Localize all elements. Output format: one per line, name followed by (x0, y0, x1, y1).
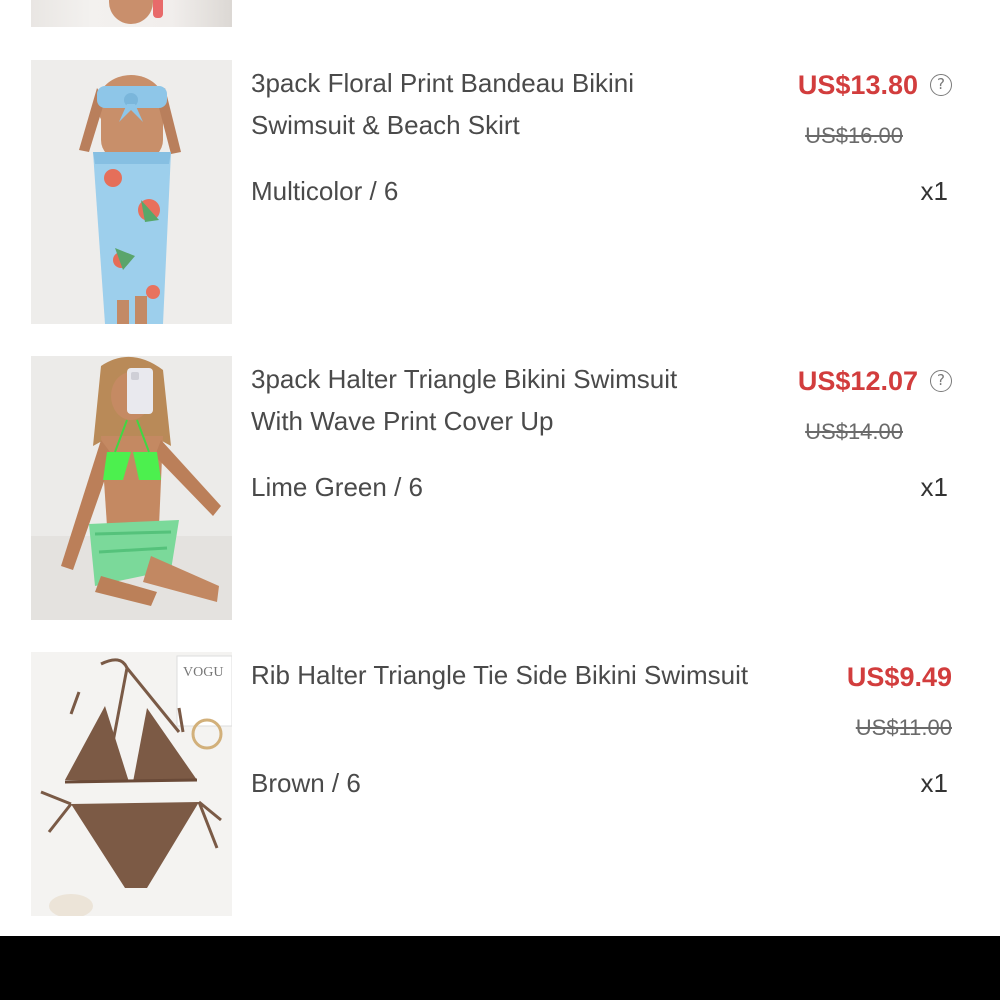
quantity-label: x1 (920, 472, 948, 502)
product-title-line-2: With Wave Print Cover Up (251, 406, 554, 436)
help-circle-icon[interactable]: ? (930, 74, 952, 96)
product-image[interactable]: VOGU (31, 652, 232, 916)
order-item[interactable]: 3pack Floral Print Bandeau Bikini Swimsu… (0, 60, 1000, 324)
sale-price: US$12.07 (797, 366, 918, 396)
product-image[interactable] (31, 356, 232, 620)
variant-label: Multicolor / 6 (251, 176, 399, 206)
order-item[interactable]: 3pack Halter Triangle Bikini Swimsuit Wi… (0, 356, 1000, 620)
price-row: US$9.49 (847, 660, 952, 694)
order-item[interactable]: VOGU Rib Halter Triangle Tie Side Bikini… (0, 652, 1000, 916)
previous-item-image[interactable] (31, 0, 232, 27)
sale-price: US$13.80 (797, 70, 918, 100)
product-title-line-1: 3pack Floral Print Bandeau Bikini (251, 68, 634, 98)
help-circle-icon[interactable]: ? (930, 370, 952, 392)
quantity-label: x1 (920, 176, 948, 206)
original-price: US$16.00 (805, 123, 903, 148)
product-title[interactable]: Rib Halter Triangle Tie Side Bikini Swim… (251, 654, 748, 696)
product-title[interactable]: 3pack Floral Print Bandeau Bikini Swimsu… (251, 62, 634, 146)
original-price: US$14.00 (805, 419, 903, 444)
product-title[interactable]: 3pack Halter Triangle Bikini Swimsuit Wi… (251, 358, 677, 442)
quantity-label: x1 (920, 768, 948, 798)
product-title-line-1: Rib Halter Triangle Tie Side Bikini Swim… (251, 660, 749, 690)
variant-label: Brown / 6 (251, 768, 361, 798)
variant-label: Lime Green / 6 (251, 472, 423, 502)
svg-text:VOGU: VOGU (183, 665, 223, 680)
product-image[interactable] (31, 60, 232, 324)
price-row: US$13.80 ? (798, 68, 952, 102)
sale-price: US$9.49 (846, 662, 952, 692)
original-price: US$11.00 (855, 715, 952, 740)
bottom-bar (0, 936, 1000, 1000)
product-title-line-2: Swimsuit & Beach Skirt (251, 110, 520, 140)
product-title-line-1: 3pack Halter Triangle Bikini Swimsuit (251, 364, 678, 394)
price-row: US$12.07 ? (798, 364, 952, 398)
order-items-page: 3pack Floral Print Bandeau Bikini Swimsu… (0, 0, 1000, 1000)
